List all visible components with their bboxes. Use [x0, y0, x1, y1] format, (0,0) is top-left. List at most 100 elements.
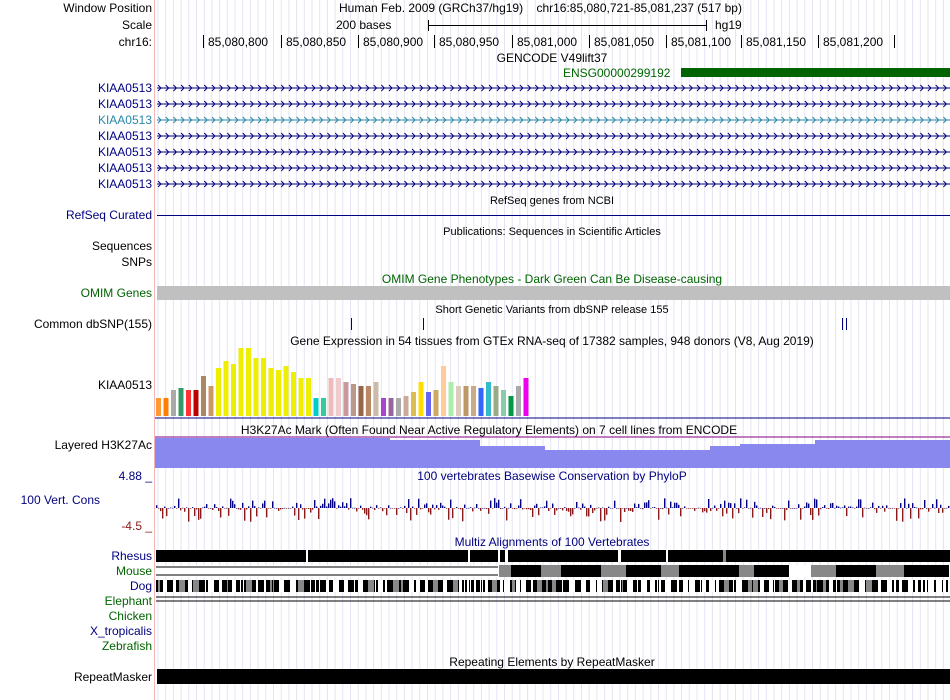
tissue-bar[interactable] — [238, 348, 244, 416]
alignment-block[interactable] — [158, 580, 160, 592]
repeat-element-bar[interactable] — [157, 669, 950, 684]
alignment-block[interactable] — [206, 580, 208, 592]
gencode-transcript-label[interactable]: KIAA0513 — [98, 97, 152, 111]
refseq-gene-line[interactable] — [157, 215, 950, 216]
alignment-block[interactable] — [205, 580, 206, 592]
tissue-bar[interactable] — [208, 386, 214, 416]
alignment-block[interactable] — [176, 580, 179, 592]
alignment-block[interactable] — [354, 580, 355, 592]
h3k27ac-signal[interactable] — [155, 436, 950, 468]
alignment-block[interactable] — [480, 580, 481, 592]
phylop-signal[interactable] — [155, 482, 950, 532]
alignment-block[interactable] — [833, 580, 836, 592]
tissue-bar[interactable] — [223, 361, 229, 416]
alignment-block[interactable] — [723, 550, 726, 562]
alignment-block[interactable] — [561, 565, 601, 577]
alignment-block[interactable] — [892, 580, 894, 592]
alignment-block[interactable] — [252, 580, 256, 592]
tissue-bar[interactable] — [201, 376, 206, 416]
omim-label[interactable]: OMIM Genes — [81, 286, 152, 300]
alignment-block[interactable] — [946, 580, 948, 592]
alignment-block[interactable] — [918, 580, 921, 592]
alignment-block[interactable] — [764, 580, 769, 592]
alignment-block[interactable] — [243, 580, 244, 592]
tissue-bar[interactable] — [276, 370, 281, 416]
alignment-block[interactable] — [876, 565, 904, 577]
alignment-block[interactable] — [329, 580, 333, 592]
tissue-bar[interactable] — [186, 390, 191, 416]
alignment-block[interactable] — [813, 580, 816, 592]
alignment-block[interactable] — [637, 580, 638, 592]
omim-gene-bar[interactable] — [157, 286, 950, 300]
alignment-block[interactable] — [516, 580, 520, 592]
alignment-block[interactable] — [894, 580, 896, 592]
alignment-block[interactable] — [193, 580, 199, 592]
alignment-block[interactable] — [326, 580, 329, 592]
alignment-block[interactable] — [315, 580, 316, 592]
alignment-block[interactable] — [465, 580, 467, 592]
alignment-block[interactable] — [333, 580, 339, 592]
alignment-block[interactable] — [368, 580, 374, 592]
alignment-block[interactable] — [878, 580, 881, 592]
alignment-block[interactable] — [319, 580, 320, 592]
alignment-block[interactable] — [658, 580, 659, 592]
alignment-block[interactable] — [803, 580, 806, 592]
alignment-block[interactable] — [156, 550, 306, 562]
tissue-bar[interactable] — [366, 386, 371, 416]
alignment-block[interactable] — [811, 565, 836, 577]
alignment-block[interactable] — [173, 580, 176, 592]
tissue-bar[interactable] — [291, 372, 296, 416]
gencode-transcript-label[interactable]: KIAA0513 — [98, 129, 152, 143]
alignment-block[interactable] — [387, 580, 393, 592]
alignment-block[interactable] — [505, 550, 508, 562]
alignment-block[interactable] — [695, 580, 700, 592]
tissue-bar[interactable] — [388, 398, 394, 416]
snp-mark[interactable] — [846, 318, 847, 330]
dbsnp-label[interactable]: Common dbSNP(155) — [34, 317, 152, 331]
alignment-block[interactable] — [160, 580, 163, 592]
alignment-block[interactable] — [526, 580, 531, 592]
alignment-block[interactable] — [393, 580, 399, 592]
alignment-block[interactable] — [679, 565, 739, 577]
multiz-species-label[interactable]: Mouse — [116, 564, 152, 578]
alignment-block[interactable] — [464, 580, 465, 592]
alignment-block[interactable] — [468, 550, 470, 562]
alignment-block[interactable] — [616, 580, 620, 592]
repeatmasker-label[interactable]: RepeatMasker — [74, 670, 152, 684]
alignment-block[interactable] — [623, 580, 627, 592]
alignment-block[interactable] — [227, 580, 228, 592]
alignment-block[interactable] — [866, 580, 872, 592]
alignment-block[interactable] — [355, 580, 358, 592]
alignment-block[interactable] — [899, 580, 902, 592]
alignment-block[interactable] — [403, 580, 409, 592]
alignment-block[interactable] — [476, 580, 480, 592]
alignment-block[interactable] — [942, 580, 943, 592]
alignment-block[interactable] — [485, 580, 488, 592]
alignment-block[interactable] — [348, 580, 354, 592]
alignment-block[interactable] — [783, 580, 788, 592]
alignment-block[interactable] — [344, 580, 348, 592]
alignment-block[interactable] — [433, 580, 438, 592]
tissue-bar[interactable] — [231, 364, 236, 416]
alignment-block[interactable] — [462, 580, 464, 592]
multiz-species-label[interactable]: X_tropicalis — [90, 624, 152, 638]
alignment-block[interactable] — [482, 580, 483, 592]
alignment-block[interactable] — [500, 580, 503, 592]
alignment-block[interactable] — [179, 580, 185, 592]
alignment-block[interactable] — [256, 580, 258, 592]
alignment-block[interactable] — [666, 550, 668, 562]
alignment-block[interactable] — [719, 580, 724, 592]
alignment-block[interactable] — [420, 580, 425, 592]
alignment-block[interactable] — [306, 550, 308, 562]
alignment-block[interactable] — [428, 580, 433, 592]
alignment-block[interactable] — [840, 580, 843, 592]
tissue-bar[interactable] — [493, 386, 499, 416]
gencode-transcripts[interactable] — [155, 80, 950, 192]
gencode-transcript-label[interactable]: KIAA0513 — [98, 81, 152, 95]
alignment-block[interactable] — [621, 580, 622, 592]
alignment-block[interactable] — [603, 580, 608, 592]
alignment-block[interactable] — [546, 580, 548, 592]
alignment-block[interactable] — [188, 580, 192, 592]
alignment-block[interactable] — [647, 580, 650, 592]
alignment-block[interactable] — [627, 580, 633, 592]
